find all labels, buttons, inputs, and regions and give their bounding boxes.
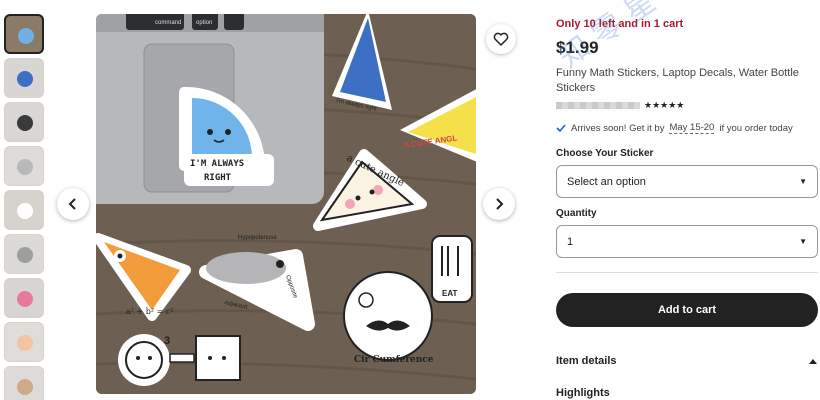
key-command: command — [155, 20, 181, 26]
sticker-photo: command option I'M ALWAYS RIGHT I'm alwa… — [96, 14, 476, 394]
thumbnail-4[interactable] — [4, 146, 44, 186]
sticker-select[interactable]: Select an option ▼ — [556, 165, 818, 198]
next-image-button[interactable] — [483, 188, 515, 220]
chevron-right-icon — [496, 198, 504, 210]
thumbnail-sticker-swatch — [17, 115, 33, 131]
thumbnail-sticker-swatch — [17, 71, 33, 87]
thumbnail-sticker-swatch — [17, 203, 33, 219]
item-details-label: Item details — [556, 355, 617, 367]
product-title: Funny Math Stickers, Laptop Decals, Wate… — [556, 67, 799, 94]
sticker-text-right: I'M ALWAYS — [190, 159, 244, 169]
quantity-value: 1 — [567, 235, 574, 248]
add-to-cart-button[interactable]: Add to cart — [556, 293, 818, 327]
thumbnail-2[interactable] — [4, 58, 44, 98]
thumbnail-1[interactable] — [4, 14, 44, 54]
thumbnail-3[interactable] — [4, 102, 44, 142]
thumbnail-7[interactable] — [4, 278, 44, 318]
highlights-heading: Highlights — [556, 387, 610, 399]
rating-stars[interactable]: ★★★★★ — [644, 100, 684, 111]
thumbnail-sticker-swatch — [17, 335, 33, 351]
sticker-select-label: Choose Your Sticker — [556, 148, 654, 159]
key-option: option — [196, 20, 212, 26]
item-details-toggle[interactable]: Item details — [556, 355, 818, 367]
sticker-text-hyp: Hypopotenuse — [238, 235, 277, 241]
sticker-select-value: Select an option — [567, 175, 646, 188]
caret-down-icon: ▼ — [799, 237, 807, 246]
caret-up-icon — [809, 359, 817, 364]
previous-image-button[interactable] — [57, 188, 89, 220]
caret-down-icon: ▼ — [799, 177, 807, 186]
arrives-prefix: Arrives soon! Get it by — [571, 122, 665, 134]
stock-notice: Only 10 left and in 1 cart — [556, 18, 684, 30]
arrives-suffix: if you order today — [719, 122, 793, 134]
svg-text:3: 3 — [164, 335, 170, 347]
thumbnail-5[interactable] — [4, 190, 44, 230]
sticker-text-eat: EAT — [442, 289, 458, 298]
purchase-panel: Only 10 left and in 1 cart $1.99 Funny M… — [556, 18, 818, 399]
quantity-select[interactable]: 1 ▼ — [556, 225, 818, 258]
check-icon — [556, 124, 566, 133]
thumbnail-list — [4, 14, 46, 400]
thumbnail-sticker-swatch — [17, 379, 33, 395]
chevron-left-icon — [68, 198, 76, 210]
sticker-text-pythag: a² + b² = c² — [126, 307, 174, 316]
sticker-text-circ: Cir Cumference — [354, 355, 434, 365]
shop-name-blurred[interactable] — [556, 101, 640, 109]
thumbnail-sticker-swatch — [18, 28, 34, 44]
divider — [556, 272, 818, 273]
main-product-image[interactable]: command option I'M ALWAYS RIGHT I'm alwa… — [96, 14, 476, 394]
heart-icon — [493, 32, 509, 46]
thumbnail-9[interactable] — [4, 366, 44, 400]
arrives-dates[interactable]: May 15-20 — [669, 122, 715, 134]
thumbnail-sticker-swatch — [17, 159, 33, 175]
shop-rating-row: ★★★★★ — [556, 100, 818, 110]
sticker-eat: EAT — [431, 235, 473, 303]
thumbnail-sticker-swatch — [17, 291, 33, 307]
thumbnail-8[interactable] — [4, 322, 44, 362]
favorite-button[interactable] — [486, 24, 516, 54]
thumbnail-sticker-swatch — [17, 247, 33, 263]
delivery-estimate: Arrives soon! Get it by May 15-20 if you… — [556, 122, 818, 134]
svg-text:RIGHT: RIGHT — [204, 173, 232, 183]
thumbnail-6[interactable] — [4, 234, 44, 274]
quantity-label: Quantity — [556, 208, 597, 219]
price: $1.99 — [556, 38, 599, 57]
